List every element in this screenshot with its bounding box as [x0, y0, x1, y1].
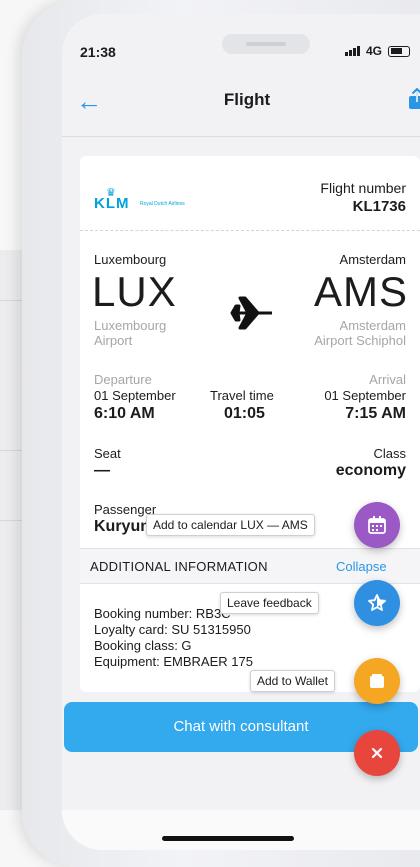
add-to-calendar-button[interactable]	[354, 502, 400, 548]
booking-number: Booking number: RB3C	[94, 606, 231, 621]
departure-time: 6:10 AM	[94, 405, 155, 422]
flight-number-label: Flight number	[320, 180, 406, 196]
origin-code: LUX	[92, 268, 177, 315]
collapse-link[interactable]: Collapse	[336, 559, 387, 574]
share-icon[interactable]	[408, 88, 420, 110]
origin-airport-line1: Luxembourg	[94, 318, 167, 333]
seat-label: Seat	[94, 446, 121, 461]
departure-date: 01 September	[94, 388, 176, 403]
nav-divider	[62, 136, 420, 137]
phone-screen: 21:38 4G ← Flight ♛ KLM Royal Dutch Airl…	[62, 14, 420, 850]
destination-airport-line2: Airport Schiphol	[314, 333, 406, 348]
signal-icon	[344, 46, 360, 56]
departure-label: Departure	[94, 372, 152, 387]
additional-info-title: ADDITIONAL INFORMATION	[90, 559, 268, 574]
arrival-time: 7:15 AM	[345, 405, 406, 422]
star-icon	[368, 594, 386, 611]
wallet-icon	[370, 674, 384, 688]
booking-class: Booking class: G	[94, 638, 192, 653]
class-label: Class	[373, 446, 406, 461]
airline-name: KLM	[94, 195, 130, 212]
class-value: economy	[335, 462, 406, 479]
origin-airport-line2: Airport	[94, 333, 133, 348]
battery-icon	[388, 45, 410, 57]
nav-bar: ← Flight	[62, 80, 420, 124]
origin-city: Luxembourg	[94, 252, 167, 267]
card-divider	[80, 230, 420, 231]
wallet-tooltip: Add to Wallet	[250, 670, 335, 692]
leave-feedback-button[interactable]	[354, 580, 400, 626]
phone-frame: 21:38 4G ← Flight ♛ KLM Royal Dutch Airl…	[22, 0, 420, 867]
arrival-date: 01 September	[324, 388, 406, 403]
close-icon	[371, 747, 383, 759]
destination-code: AMS	[313, 268, 408, 315]
travel-time: 01:05	[224, 405, 265, 422]
feedback-tooltip: Leave feedback	[220, 592, 319, 614]
seat-value: —	[94, 462, 110, 479]
status-bar: 21:38 4G	[80, 44, 420, 64]
status-time: 21:38	[80, 44, 116, 60]
travel-time-label: Travel time	[210, 388, 274, 403]
flight-number: KL1736	[352, 198, 406, 215]
destination-airport-line1: Amsterdam	[339, 318, 406, 333]
bottom-area	[62, 810, 420, 850]
airplane-icon	[230, 296, 272, 330]
home-indicator[interactable]	[162, 836, 294, 841]
page-title: Flight	[223, 90, 271, 109]
equipment: Equipment: EMBRAER 175	[94, 654, 253, 669]
destination-city: Amsterdam	[339, 252, 406, 267]
calendar-tooltip: Add to calendar LUX — AMS	[146, 514, 315, 536]
status-indicators: 4G	[344, 44, 410, 58]
airline-tagline: Royal Dutch Airlines	[140, 201, 185, 207]
calendar-icon	[368, 516, 386, 534]
close-actions-button[interactable]	[354, 730, 400, 776]
arrival-label: Arrival	[369, 372, 406, 387]
add-to-wallet-button[interactable]	[354, 658, 400, 704]
additional-info-header[interactable]: ADDITIONAL INFORMATION Collapse	[80, 548, 420, 584]
airline-logo: ♛ KLM Royal Dutch Airlines	[94, 186, 214, 212]
network-type: 4G	[365, 44, 382, 58]
loyalty-card: Loyalty card: SU 51315950	[94, 622, 251, 637]
